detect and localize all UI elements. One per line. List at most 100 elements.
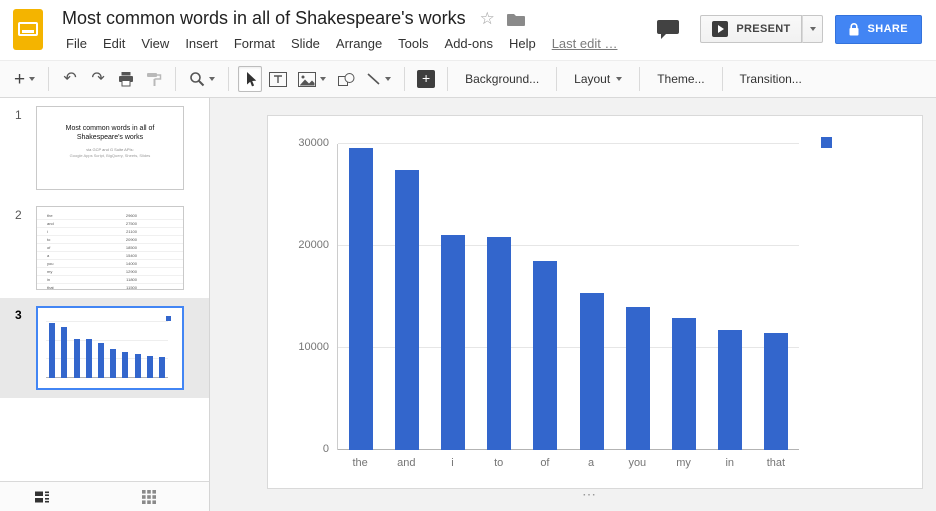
line-icon xyxy=(366,72,381,86)
redo-button[interactable]: ↷ xyxy=(86,66,110,92)
thumb-table-count: 27500 xyxy=(126,220,137,227)
thumb-table-count: 11800 xyxy=(126,276,137,283)
bar-i xyxy=(74,339,80,378)
slide-1-thumbnail[interactable]: Most common words in all of Shakespeare'… xyxy=(36,106,184,190)
slide-2-table: the29600and27500i21100to20900of18500a154… xyxy=(37,212,183,290)
slide-number: 3 xyxy=(15,308,22,322)
grid-view-button[interactable] xyxy=(142,490,156,504)
slides-app-icon-glyph xyxy=(18,22,38,36)
bar-my xyxy=(135,354,141,378)
menu-item-tools[interactable]: Tools xyxy=(390,33,436,54)
x-axis-label-my: my xyxy=(660,457,706,469)
zoom-button[interactable] xyxy=(185,66,219,92)
chevron-down-icon xyxy=(209,77,215,81)
menu-item-slide[interactable]: Slide xyxy=(283,33,328,54)
present-button-group: PRESENT xyxy=(700,15,823,43)
thumb-table-count: 12900 xyxy=(126,268,137,275)
menu-item-file[interactable]: File xyxy=(58,33,95,54)
thumb-table-count: 15400 xyxy=(126,252,137,259)
bar-the xyxy=(349,148,373,450)
bar-slot xyxy=(661,144,707,450)
thumb-table-word: of xyxy=(47,244,50,251)
y-axis-tick-label: 0 xyxy=(282,443,329,455)
select-tool-button[interactable] xyxy=(238,66,262,92)
x-axis-label-in: in xyxy=(707,457,753,469)
text-box-button[interactable] xyxy=(266,66,290,92)
document-title[interactable]: Most common words in all of Shakespeare'… xyxy=(62,8,466,29)
thumb-table-row: my12900 xyxy=(37,268,183,276)
chart-plot-area xyxy=(46,322,168,378)
bar-in xyxy=(147,356,153,378)
bar-chart[interactable]: 0100002000030000theanditoofayoumyinthat xyxy=(268,116,922,488)
bar-slot xyxy=(119,322,131,378)
thumb-table-row: to20900 xyxy=(37,236,183,244)
share-button[interactable]: SHARE xyxy=(835,15,922,44)
shape-icon xyxy=(338,72,355,87)
toolbar-separator xyxy=(175,67,176,91)
menu-item-edit[interactable]: Edit xyxy=(95,33,133,54)
slide-canvas[interactable]: 0100002000030000theanditoofayoumyinthat xyxy=(267,115,923,489)
bar-of xyxy=(98,343,104,378)
slide-3-mini-chart xyxy=(38,308,182,388)
layout-button[interactable]: Layout xyxy=(564,66,632,92)
bar-slot xyxy=(107,322,119,378)
slides-app-icon[interactable] xyxy=(13,9,43,50)
filmstrip-view-button[interactable] xyxy=(34,490,50,504)
star-icon[interactable]: ☆ xyxy=(480,9,495,29)
transition-button[interactable]: Transition... xyxy=(730,66,812,92)
printer-icon xyxy=(118,71,134,87)
x-axis-label-and: and xyxy=(383,457,429,469)
insert-line-button[interactable] xyxy=(362,66,395,92)
bar-to xyxy=(86,339,92,378)
menu-item-arrange[interactable]: Arrange xyxy=(328,33,390,54)
legend-marker xyxy=(166,316,171,321)
thumb-table-row: a 15400 xyxy=(37,252,183,260)
thumb-table-row: that11500 xyxy=(37,284,183,290)
thumb-table-count: 29600 xyxy=(126,212,137,219)
x-axis-label-to: to xyxy=(476,457,522,469)
slide-2-thumbnail[interactable]: the29600and27500i21100to20900of18500a154… xyxy=(36,206,184,290)
bar-slot xyxy=(615,144,661,450)
thumb-table-word: a xyxy=(47,252,49,259)
menu-item-insert[interactable]: Insert xyxy=(177,33,226,54)
slide-number: 2 xyxy=(15,208,22,222)
menu-item-view[interactable]: View xyxy=(133,33,177,54)
menu-bar: FileEditViewInsertFormatSlideArrangeTool… xyxy=(58,33,617,54)
present-label: PRESENT xyxy=(736,23,790,35)
paint-format-button[interactable] xyxy=(142,66,166,92)
filmstrip-panel: 1 Most common words in all of Shakespear… xyxy=(0,98,210,481)
thumb-table-row: of18500 xyxy=(37,244,183,252)
new-slide-button[interactable]: + xyxy=(10,66,39,92)
x-axis-label-a: a xyxy=(568,457,614,469)
slide-number: 1 xyxy=(15,108,22,122)
thumb-table-word: in xyxy=(47,276,50,283)
bar-slot xyxy=(58,322,70,378)
menu-item-addons[interactable]: Add-ons xyxy=(437,33,501,54)
background-button[interactable]: Background... xyxy=(455,66,549,92)
cursor-icon xyxy=(243,71,257,87)
last-edit-link[interactable]: Last edit … xyxy=(552,36,618,51)
add-comment-button[interactable]: + xyxy=(414,66,438,92)
y-axis-tick-label: 20000 xyxy=(282,239,329,251)
menu-item-help[interactable]: Help xyxy=(501,33,544,54)
menu-item-format[interactable]: Format xyxy=(226,33,283,54)
bar-slot xyxy=(338,144,384,450)
menu-items: FileEditViewInsertFormatSlideArrangeTool… xyxy=(58,33,544,54)
undo-button[interactable]: ↶ xyxy=(58,66,82,92)
notes-resize-handle[interactable]: ⋯ xyxy=(582,486,597,503)
theme-button[interactable]: Theme... xyxy=(647,66,714,92)
comments-icon[interactable] xyxy=(656,19,680,40)
folder-icon[interactable] xyxy=(507,12,525,26)
undo-icon: ↶ xyxy=(63,71,76,87)
chart-plot-area xyxy=(337,144,799,450)
insert-image-button[interactable] xyxy=(294,66,330,92)
insert-shape-button[interactable] xyxy=(334,66,358,92)
filmstrip-view-icon xyxy=(34,490,50,504)
present-button[interactable]: PRESENT xyxy=(700,15,802,43)
slide-3-thumbnail[interactable] xyxy=(36,306,184,390)
plus-icon: + xyxy=(14,70,25,89)
present-dropdown-button[interactable] xyxy=(802,15,823,43)
bar-and xyxy=(61,327,67,378)
toolbar: + ↶ ↷ + Background... Layout xyxy=(0,60,936,98)
print-button[interactable] xyxy=(114,66,138,92)
